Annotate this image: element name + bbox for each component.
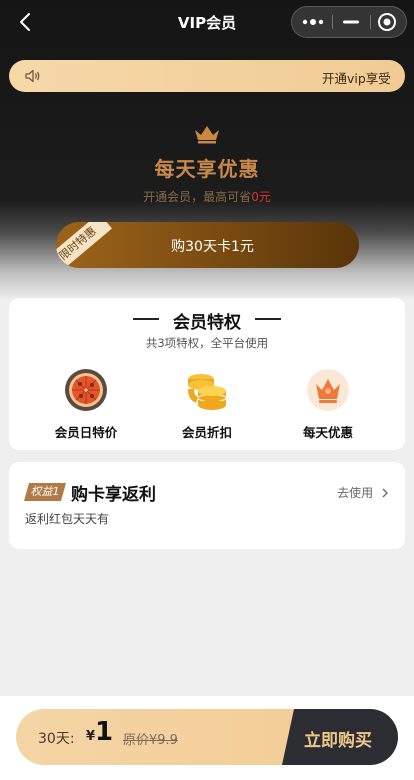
mini-program-capsule	[291, 6, 407, 38]
buy-now-label: 立即购买	[304, 731, 372, 751]
privilege-item-discount[interactable]: 会员折扣	[147, 368, 267, 442]
more-icon[interactable]	[294, 7, 332, 37]
notice-bar[interactable]: 开通vip享受	[9, 60, 405, 92]
minimize-icon[interactable]	[332, 7, 370, 37]
promo-label: 购30天卡1元	[171, 239, 254, 255]
rebate-title: 购卡享返利	[71, 485, 156, 505]
rebate-subtitle: 返利红包天天有	[25, 512, 110, 526]
hero-title: 每天享优惠	[154, 157, 260, 181]
buy-now-button[interactable]: 立即购买	[282, 709, 398, 765]
privilege-label: 会员日特价	[54, 425, 118, 440]
purchase-pill: 30天: ¥ 1 原价¥9.9 立即购买	[16, 709, 398, 765]
bottom-bar: 30天: ¥ 1 原价¥9.9 立即购买	[0, 696, 414, 780]
close-miniprogram-icon[interactable]	[368, 7, 406, 37]
privileges-subtitle: 共3项特权，全平台使用	[145, 336, 269, 350]
privileges-card: 会员特权 共3项特权，全平台使用 会员日特价 会员折扣 每天优惠	[9, 298, 405, 450]
coins-icon	[185, 368, 229, 412]
top-bar: VIP会员	[0, 0, 414, 44]
currency-symbol: ¥	[86, 729, 96, 744]
rights-tag: 权益1	[24, 483, 66, 501]
price-value: 1	[95, 717, 114, 747]
duration-label: 30天:	[38, 731, 75, 747]
pizza-icon	[64, 368, 108, 412]
hero-subtitle: 开通会员，最高可省0元	[0, 188, 414, 205]
privilege-item-member-day[interactable]: 会员日特价	[26, 368, 146, 442]
privilege-label: 每天优惠	[302, 425, 353, 440]
use-label: 去使用	[337, 486, 374, 500]
crown-badge-icon	[306, 368, 350, 412]
hero-subtitle-text: 开通会员，最高可省	[143, 190, 252, 204]
title-divider-right	[255, 318, 281, 320]
use-link[interactable]: 去使用	[337, 484, 389, 501]
rebate-card[interactable]: 权益1 购卡享返利 返利红包天天有 去使用	[9, 462, 405, 549]
chevron-right-icon	[382, 488, 388, 498]
privilege-item-daily-offer[interactable]: 每天优惠	[268, 368, 388, 442]
crown-icon	[193, 124, 221, 144]
original-price: 原价¥9.9	[123, 733, 178, 748]
privileges-title: 会员特权	[173, 313, 241, 333]
privilege-label: 会员折扣	[181, 425, 232, 440]
notice-text: 开通vip享受	[322, 71, 391, 86]
promo-card-button[interactable]: 限时特惠 购30天卡1元	[56, 222, 359, 268]
speaker-icon	[23, 67, 41, 85]
hero-subtitle-amount: 0元	[251, 190, 271, 204]
